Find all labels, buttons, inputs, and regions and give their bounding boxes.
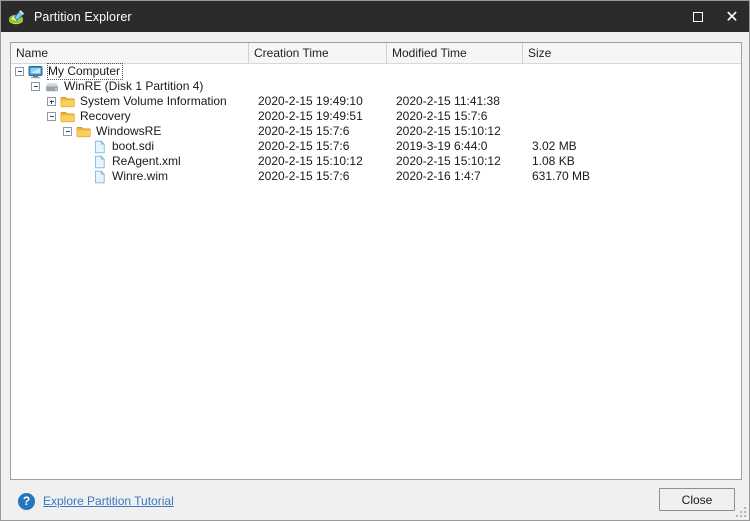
tree-row-name-cell[interactable]: WindowsRE — [63, 124, 163, 139]
file-icon — [92, 154, 108, 169]
help-question-icon[interactable]: ? — [18, 492, 35, 510]
file-icon — [92, 169, 108, 184]
footer-bar: ? Explore Partition Tutorial Close — [1, 482, 749, 520]
drive-icon — [44, 80, 60, 94]
tree-row-modified-time: 2020-2-15 15:10:12 — [396, 124, 501, 138]
column-header-size[interactable]: Size — [523, 43, 741, 63]
tree-row-modified-time: 2020-2-15 15:10:12 — [396, 154, 501, 168]
tree-row-size: 1.08 KB — [532, 154, 575, 168]
tree-row-name-cell[interactable]: ReAgent.xml — [79, 154, 183, 169]
column-header-creation_time[interactable]: Creation Time — [249, 43, 387, 63]
tree-row-name-cell[interactable]: WinRE (Disk 1 Partition 4) — [31, 79, 205, 94]
tree-row-creation-time: 2020-2-15 15:7:6 — [258, 139, 350, 153]
window-controls: ✕ — [681, 1, 749, 32]
close-window-button[interactable]: ✕ — [715, 1, 749, 32]
tree-row-label: WindowsRE — [96, 124, 162, 138]
expand-icon[interactable] — [47, 97, 56, 106]
tree-row[interactable]: WinRE (Disk 1 Partition 4) — [11, 79, 741, 94]
collapse-icon[interactable] — [47, 112, 56, 121]
tree-row-label: boot.sdi — [112, 139, 155, 153]
partition-explorer-window: Partition Explorer ✕ Name Creation Time Mo… — [0, 0, 750, 521]
tree-row-modified-time: 2020-2-15 15:7:6 — [396, 109, 488, 123]
partition-wizard-icon — [8, 8, 26, 26]
titlebar: Partition Explorer ✕ — [1, 1, 749, 32]
resize-grip[interactable] — [736, 507, 746, 517]
column-header-name[interactable]: Name — [11, 43, 249, 63]
maximize-button[interactable] — [681, 1, 715, 32]
folder-icon — [60, 95, 76, 109]
window-title: Partition Explorer — [34, 9, 132, 24]
tree-row[interactable]: System Volume Information 2020-2-15 19:49… — [11, 94, 741, 109]
tree-row-creation-time: 2020-2-15 15:7:6 — [258, 169, 350, 183]
tree-row[interactable]: ReAgent.xml 2020-2-15 15:10:12 2020-2-15 1… — [11, 154, 741, 169]
tree-row-creation-time: 2020-2-15 19:49:10 — [258, 94, 363, 108]
tree-row[interactable]: WindowsRE 2020-2-15 15:7:6 2020-2-15 15:10… — [11, 124, 741, 139]
column-header-modified_time[interactable]: Modified Time — [387, 43, 523, 63]
tree-row[interactable]: boot.sdi 2020-2-15 15:7:6 2019-3-19 6:44:0… — [11, 139, 741, 154]
tree-row-label: ReAgent.xml — [112, 154, 181, 168]
tree-row-name-cell[interactable]: Recovery — [47, 109, 133, 124]
tree-row-label: System Volume Information — [80, 94, 227, 108]
tree-row-name-cell[interactable]: Winre.wim — [79, 169, 170, 184]
tree-row-name-cell[interactable]: System Volume Information — [47, 94, 229, 109]
explore-partition-tutorial-link[interactable]: Explore Partition Tutorial — [43, 494, 174, 508]
collapse-icon[interactable] — [63, 127, 72, 136]
close-button[interactable]: Close — [659, 488, 735, 511]
tree-row-label: My Computer — [46, 63, 124, 80]
tree-row-label: Recovery — [80, 109, 131, 123]
tree-row[interactable]: My Computer — [11, 63, 741, 80]
tree-row[interactable]: Recovery 2020-2-15 19:49:51 2020-2-15 15:7… — [11, 109, 741, 124]
tree-row[interactable]: Winre.wim 2020-2-15 15:7:6 2020-2-16 1:4:7… — [11, 169, 741, 184]
tree-row-name-cell[interactable]: My Computer — [15, 63, 124, 80]
file-icon — [92, 139, 108, 154]
collapse-icon[interactable] — [31, 82, 40, 91]
maximize-icon — [693, 11, 703, 22]
file-list-panel: Name Creation Time Modified Time Size My Co… — [10, 42, 742, 480]
tree-row-label: Winre.wim — [112, 169, 168, 183]
tree-row-creation-time: 2020-2-15 15:7:6 — [258, 124, 350, 138]
tree-row-modified-time: 2019-3-19 6:44:0 — [396, 139, 488, 153]
tree-row-modified-time: 2020-2-16 1:4:7 — [396, 169, 481, 183]
tree-row-creation-time: 2020-2-15 15:10:12 — [258, 154, 363, 168]
column-header-row: Name Creation Time Modified Time Size — [11, 43, 741, 64]
collapse-icon[interactable] — [15, 67, 24, 76]
tree-row-label: WinRE (Disk 1 Partition 4) — [64, 79, 204, 93]
tree-row-modified-time: 2020-2-15 11:41:38 — [396, 94, 500, 108]
computer-icon — [28, 65, 44, 79]
tree-row-size: 3.02 MB — [532, 139, 577, 153]
window-body: Name Creation Time Modified Time Size My Co… — [1, 32, 749, 520]
folder-icon — [76, 125, 92, 139]
folder-icon — [60, 110, 76, 124]
tree-row-creation-time: 2020-2-15 19:49:51 — [258, 109, 363, 123]
tree-row-size: 631.70 MB — [532, 169, 591, 183]
tree-rows: My Computer WinRE (Disk 1 Partition 4) Sys… — [11, 63, 741, 479]
tree-row-name-cell[interactable]: boot.sdi — [79, 139, 156, 154]
close-icon: ✕ — [725, 6, 739, 26]
